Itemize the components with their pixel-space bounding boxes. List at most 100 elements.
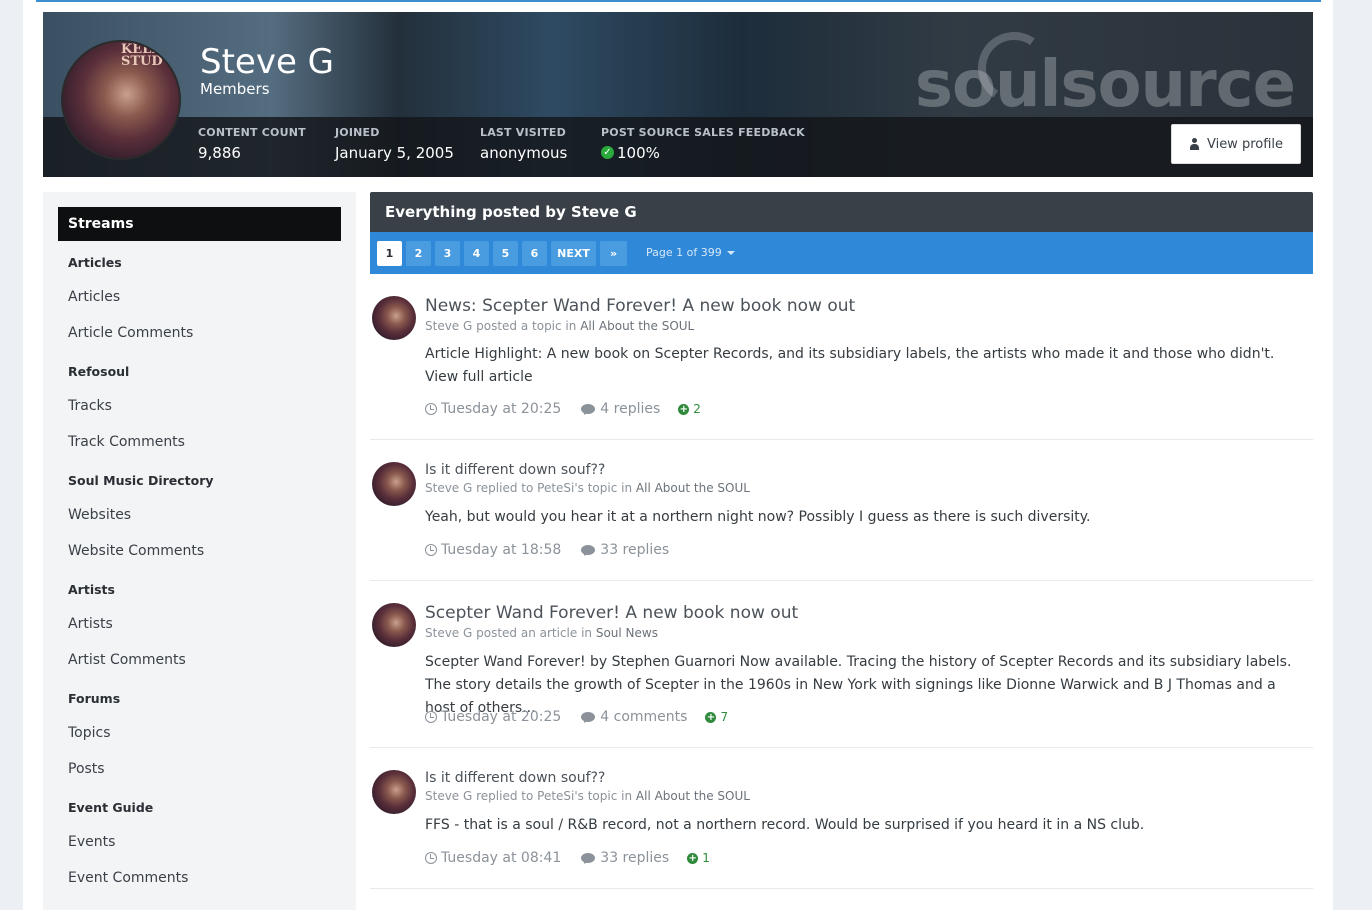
entry-footer: Tuesday at 18:58 33 replies [425,542,669,558]
comment-icon [581,545,596,555]
brand-watermark: soulsource [914,48,1296,122]
page-4-button[interactable]: 4 [464,241,489,266]
sidebar-heading-articles: Articles [68,255,122,270]
page-2-button[interactable]: 2 [406,241,431,266]
sidebar-item-article-comments[interactable]: Article Comments [68,325,193,341]
stream-title: Everything posted by Steve G [370,192,1313,232]
entry-title[interactable]: News: Scepter Wand Forever! A new book n… [425,296,855,316]
page-1-button[interactable]: 1 [377,241,402,266]
entry-forum-link[interactable]: All About the SOUL [580,319,694,333]
sidebar-heading-artists: Artists [68,582,115,597]
top-accent-line [36,0,1321,2]
sidebar-item-event-comments[interactable]: Event Comments [68,870,188,886]
entry-title[interactable]: Is it different down souf?? [425,770,605,786]
last-page-button[interactable]: » [600,241,627,266]
sidebar-item-artists[interactable]: Artists [68,616,113,632]
comment-icon [581,404,596,414]
entry-meta-text: Steve G replied to PeteSi's topic in [425,481,633,495]
profile-avatar[interactable]: KELL STUD [61,40,181,160]
page-container: soulsource KELL STUD Steve G Members CONT… [23,0,1333,910]
entry-avatar[interactable] [372,296,416,340]
profile-name: Steve G [200,42,335,82]
stat-last-visited: LAST VISITED anonymous [480,126,567,162]
entry-body: Yeah, but would you hear it at a norther… [425,509,1091,525]
entry-body: Article Highlight: A new book on Scepter… [425,346,1275,385]
sidebar-item-artist-comments[interactable]: Artist Comments [68,652,186,668]
sidebar-heading-refosoul: Refosoul [68,364,130,379]
sidebar: Streams Articles Articles Article Commen… [43,192,356,910]
check-circle-icon: ✓ [601,146,614,159]
view-profile-button[interactable]: View profile [1171,124,1301,164]
sidebar-item-articles[interactable]: Articles [68,289,120,305]
caret-down-icon [726,251,735,255]
entry-meta-text: Steve G posted a topic in [425,319,577,333]
stat-label: JOINED [335,126,380,139]
entry-title[interactable]: Is it different down souf?? [425,462,605,478]
stat-value: anonymous [480,144,568,162]
sidebar-item-website-comments[interactable]: Website Comments [68,543,204,559]
entry-time[interactable]: Tuesday at 08:41 [441,850,561,866]
sidebar-item-websites[interactable]: Websites [68,507,131,523]
stat-content-count: CONTENT COUNT 9,886 [198,126,306,162]
stat-sales-feedback: POST SOURCE SALES FEEDBACK ✓ 100% [601,126,805,162]
page-3-button[interactable]: 3 [435,241,460,266]
stat-value: 9,886 [198,144,241,162]
entry-footer: Tuesday at 20:25 4 comments + 7 [425,709,728,725]
entry-reputation: 7 [720,710,729,724]
stat-label: LAST VISITED [480,126,566,139]
user-icon [1189,138,1200,150]
stream-entry: Is it different down souf?? Steve G repl… [370,748,1313,889]
sidebar-item-topics[interactable]: Topics [68,725,111,741]
entry-avatar[interactable] [372,462,416,506]
sidebar-heading-soul-music-directory: Soul Music Directory [68,473,214,488]
reputation-plus-icon: + [678,403,690,415]
reputation-plus-icon: + [705,711,717,723]
reputation-plus-icon: + [687,852,699,864]
sidebar-item-posts[interactable]: Posts [68,761,105,777]
entry-meta: Steve G posted an article in Soul News [425,626,658,640]
feedback-percent: 100% [617,144,660,162]
avatar-photo-detail: KELL STUD [121,42,163,69]
entry-time[interactable]: Tuesday at 20:25 [441,709,561,725]
entry-reply-count: 33 replies [600,542,670,558]
entry-time[interactable]: Tuesday at 20:25 [441,401,561,417]
entry-avatar[interactable] [372,770,416,814]
sidebar-item-tracks[interactable]: Tracks [68,398,112,414]
clock-icon [425,852,437,864]
entry-time[interactable]: Tuesday at 18:58 [441,542,561,558]
stat-joined: JOINED January 5, 2005 [335,126,454,162]
entry-footer: Tuesday at 08:41 33 replies + 1 [425,850,710,866]
pagination-bar: 1 2 3 4 5 6 NEXT » Page 1 of 399 [370,232,1313,274]
stat-label: CONTENT COUNT [198,126,306,139]
entry-reputation: 2 [693,402,701,416]
stat-value: ✓ 100% [601,144,805,162]
entry-forum-link[interactable]: All About the SOUL [636,481,750,495]
double-chevron-right-icon: » [609,247,618,260]
page-6-button[interactable]: 6 [522,241,547,266]
entry-reputation: 1 [702,851,710,865]
sidebar-item-track-comments[interactable]: Track Comments [68,434,185,450]
clock-icon [425,403,437,415]
sidebar-heading-event-guide: Event Guide [68,800,154,815]
page-jump-dropdown[interactable]: Page 1 of 399 [646,246,735,259]
entry-avatar[interactable] [372,603,416,647]
stat-value: January 5, 2005 [335,144,454,162]
entry-forum-link[interactable]: Soul News [596,626,658,640]
stream-entry: Scepter Wand Forever! A new book now out… [370,581,1313,748]
entry-body: FFS - that is a soul / R&B record, not a… [425,817,1145,833]
view-profile-label: View profile [1206,136,1284,152]
entry-reply-count: 33 replies [600,850,670,866]
sidebar-item-events[interactable]: Events [68,834,115,850]
page-info-label: Page 1 of 399 [646,246,722,259]
clock-icon [425,544,437,556]
sidebar-item-streams[interactable]: Streams [58,207,341,241]
next-page-button[interactable]: NEXT [551,241,596,266]
entry-meta: Steve G posted a topic in All About the … [425,319,694,333]
stream-entry: Is it different down souf?? Steve G repl… [370,440,1313,581]
entry-forum-link[interactable]: All About the SOUL [636,789,750,803]
entry-title[interactable]: Scepter Wand Forever! A new book now out [425,603,798,623]
entry-meta-text: Steve G replied to PeteSi's topic in [425,789,633,803]
comment-icon [581,853,596,863]
profile-group: Members [200,80,270,98]
page-5-button[interactable]: 5 [493,241,518,266]
